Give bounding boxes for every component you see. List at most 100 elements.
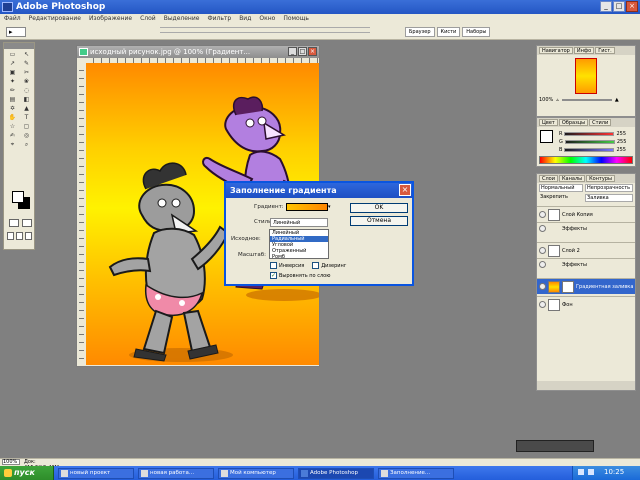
style-select[interactable]: Линейный — [270, 218, 328, 227]
dialog-title[interactable]: Заполнение градиента — [226, 183, 412, 198]
visibility-eye-icon[interactable] — [539, 301, 546, 308]
shape-tool-icon[interactable]: ▢ — [21, 123, 32, 131]
palette-tab-browser[interactable]: Браузер — [405, 27, 435, 37]
tab-info[interactable]: Инфо — [573, 47, 595, 54]
document-maximize-button[interactable]: □ — [298, 47, 307, 56]
effects-row[interactable]: Эффекты — [537, 222, 635, 234]
tab-channels[interactable]: Каналы — [559, 175, 586, 182]
brush-tool-icon[interactable]: ❀ — [21, 78, 32, 86]
layer-row[interactable]: Слой Копия — [537, 206, 635, 222]
marquee-tool-icon[interactable]: ▭ — [7, 51, 18, 59]
tab-navigator[interactable]: Навигатор — [539, 47, 573, 54]
pen-tool-icon[interactable]: ☆ — [7, 123, 18, 131]
color-palette-foreground-swatch[interactable] — [540, 130, 553, 143]
reverse-checkbox[interactable] — [270, 262, 277, 269]
crop-tool-icon[interactable]: ▣ — [7, 69, 18, 77]
opacity-field[interactable]: Непрозрачность — [585, 184, 633, 192]
taskbar-item[interactable]: новая работа... — [138, 468, 214, 479]
navigator-zoom-value[interactable]: 100% — [539, 97, 553, 103]
channel-value-r[interactable]: 255 — [616, 131, 626, 137]
visibility-eye-icon[interactable] — [539, 247, 546, 254]
hand-tool-icon[interactable]: ⌖ — [7, 141, 18, 149]
document-close-button[interactable]: × — [308, 47, 317, 56]
menu-item[interactable]: Слой — [140, 15, 156, 24]
align-with-layer-checkbox[interactable]: ✓ — [270, 272, 277, 279]
palette-tab-presets[interactable]: Наборы — [462, 27, 491, 37]
fill-field[interactable]: Заливка — [585, 194, 633, 202]
menu-item[interactable]: Вид — [239, 15, 251, 24]
eyedropper-tool-icon[interactable]: ◎ — [21, 132, 32, 140]
channel-value-g[interactable]: 255 — [617, 139, 627, 145]
zoom-level-field[interactable]: 100% — [2, 459, 20, 465]
visibility-eye-icon[interactable] — [539, 261, 546, 268]
menu-item[interactable]: Выделение — [164, 15, 200, 24]
magic-wand-tool-icon[interactable]: ✎ — [21, 60, 32, 68]
dodge-tool-icon[interactable]: ▲ — [21, 105, 32, 113]
menu-item[interactable]: Окно — [259, 15, 275, 24]
visibility-eye-icon[interactable] — [539, 211, 546, 218]
standard-mode-icon[interactable] — [9, 219, 19, 227]
visibility-eye-icon[interactable] — [539, 225, 546, 232]
ok-button[interactable]: OK — [350, 203, 408, 213]
type-tool-icon[interactable]: T — [21, 114, 32, 122]
maximize-window-button[interactable]: □ — [613, 1, 625, 12]
menu-item[interactable]: Редактирование — [29, 15, 81, 24]
blend-mode-select[interactable]: Нормальный — [539, 184, 583, 192]
notes-tool-icon[interactable]: ✍ — [7, 132, 18, 140]
layer-row[interactable]: Слой 2 — [537, 242, 635, 258]
navigator-zoom-slider[interactable] — [561, 99, 612, 101]
taskbar-item[interactable]: Мой компьютер — [218, 468, 294, 479]
blue-slider[interactable] — [564, 148, 615, 152]
navigator-thumbnail[interactable] — [575, 58, 597, 94]
menu-item[interactable]: Изображение — [89, 15, 132, 24]
style-option[interactable]: Ромб — [270, 254, 328, 260]
eraser-tool-icon[interactable]: ▤ — [7, 96, 18, 104]
cancel-button[interactable]: Отмена — [350, 216, 408, 226]
healing-brush-tool-icon[interactable]: ✦ — [7, 78, 18, 86]
palette-tab-brushes[interactable]: Кисти — [436, 27, 461, 37]
path-selection-tool-icon[interactable]: ✋ — [7, 114, 18, 122]
menu-item[interactable]: Фильтр — [207, 15, 231, 24]
foreground-color-swatch[interactable] — [12, 191, 24, 203]
tab-paths[interactable]: Контуры — [586, 175, 615, 182]
lasso-tool-icon[interactable]: ↗ — [7, 60, 18, 68]
red-slider[interactable] — [564, 132, 615, 136]
screen-mode-full-icon[interactable] — [16, 232, 23, 240]
channel-value-b[interactable]: 255 — [616, 147, 626, 153]
network-icon[interactable] — [588, 469, 594, 475]
gradient-picker-arrow-icon[interactable]: ▾ — [328, 203, 333, 211]
visibility-eye-icon[interactable] — [539, 283, 546, 290]
menu-item[interactable]: Помощь — [283, 15, 309, 24]
green-slider[interactable] — [564, 140, 615, 144]
taskbar-item[interactable]: Заполнение... — [378, 468, 454, 479]
layer-row[interactable]: Фон — [537, 296, 635, 312]
quick-mask-icon[interactable] — [22, 219, 32, 227]
tab-layers[interactable]: Слои — [539, 175, 558, 182]
taskbar-item-active[interactable]: Adobe Photoshop — [298, 468, 374, 479]
taskbar-item[interactable]: новый проект — [58, 468, 134, 479]
minimize-window-button[interactable]: _ — [600, 1, 612, 12]
tab-swatches[interactable]: Образцы — [558, 119, 589, 126]
close-window-button[interactable]: × — [626, 1, 638, 12]
zoom-out-icon[interactable]: ▵ — [556, 97, 559, 103]
tab-color[interactable]: Цвет — [539, 119, 558, 126]
history-brush-tool-icon[interactable]: ◌ — [21, 87, 32, 95]
screen-mode-black-icon[interactable] — [25, 232, 32, 240]
dither-checkbox[interactable] — [312, 262, 320, 269]
zoom-in-icon[interactable]: ▲ — [615, 97, 619, 103]
clone-stamp-tool-icon[interactable]: ✏ — [7, 87, 18, 95]
dialog-close-button[interactable]: × — [399, 184, 411, 196]
toolbox-grip[interactable] — [4, 43, 34, 49]
screen-mode-standard-icon[interactable] — [7, 232, 14, 240]
clock[interactable]: 10:25 — [604, 468, 624, 476]
gradient-preview-swatch[interactable] — [286, 203, 328, 211]
menu-item[interactable]: Файл — [4, 15, 21, 24]
slice-tool-icon[interactable]: ✂ — [21, 69, 32, 77]
tool-preset-picker[interactable]: ▸ — [6, 27, 26, 37]
zoom-tool-icon[interactable]: ⌕ — [21, 141, 32, 149]
effects-row[interactable]: Эффекты — [537, 258, 635, 270]
tab-histogram[interactable]: Гист. — [595, 47, 615, 54]
volume-icon[interactable] — [578, 469, 584, 475]
document-title-bar[interactable]: исходный рисунок.jpg @ 100% (Градиент... — [77, 46, 319, 58]
blur-tool-icon[interactable]: ✡ — [7, 105, 18, 113]
